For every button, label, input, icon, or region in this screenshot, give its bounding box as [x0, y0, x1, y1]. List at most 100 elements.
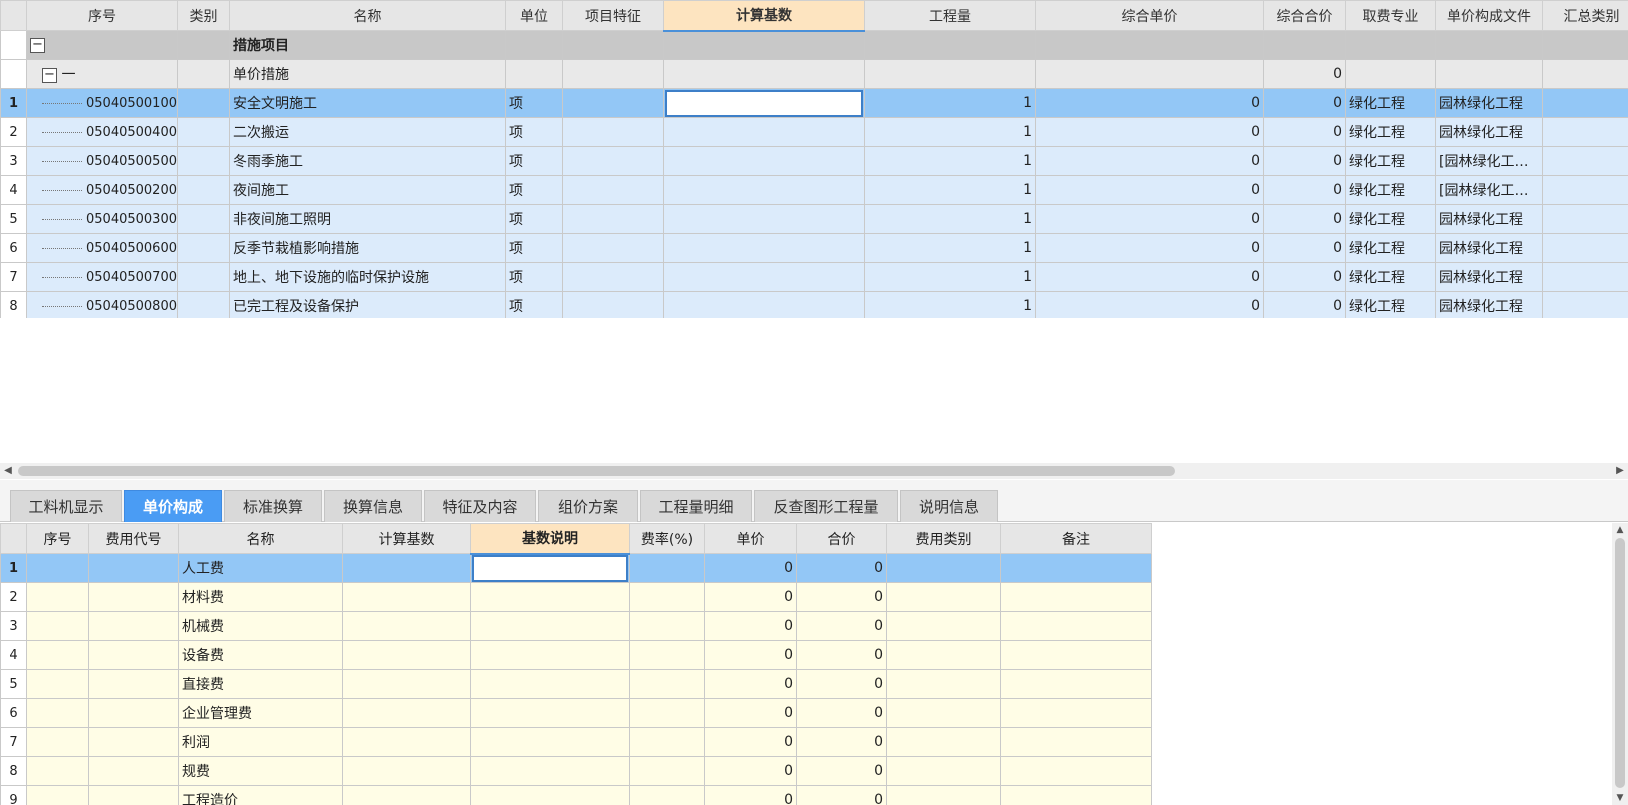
table-row[interactable]: 7 050405007001 地上、地下设施的临时保护设施项 1 0 0 绿化工程 园林绿化工…	[0, 262, 1628, 292]
vertical-scroll-thumb[interactable]	[1615, 538, 1625, 788]
item-name[interactable]: 非夜间施工照明	[229, 204, 506, 234]
unit-cell[interactable]: 项	[505, 262, 563, 292]
calc-base-cell[interactable]	[663, 175, 865, 205]
unit-price-cell[interactable]: 0	[704, 669, 797, 699]
col-header-price-file[interactable]: 单价构成文件	[1435, 0, 1543, 31]
summary-category-cell[interactable]	[1542, 146, 1628, 176]
total-price-cell[interactable]: 0	[796, 756, 887, 786]
unit-price-cell[interactable]: 0	[704, 582, 797, 612]
table-row[interactable]: 1 050405001001 安全文明施工项 1 0 0 绿化工程 园林绿化工程	[0, 88, 1628, 118]
fee-name[interactable]: 人工费	[178, 553, 343, 583]
horizontal-scroll-thumb[interactable]	[18, 466, 1175, 476]
unit-price-cell[interactable]: 0	[704, 640, 797, 670]
remarks-cell[interactable]	[1000, 553, 1152, 583]
unit-price-cell[interactable]: 0	[704, 756, 797, 786]
col-header-seq[interactable]: 序号	[26, 0, 178, 31]
category-cell[interactable]	[177, 204, 230, 234]
quantity-cell[interactable]: 1	[864, 117, 1036, 147]
calc-base-cell[interactable]	[342, 698, 471, 728]
base-description-cell[interactable]	[470, 582, 630, 612]
col-header-unit-price[interactable]: 单价	[704, 523, 797, 554]
total-price-cell[interactable]: 0	[796, 553, 887, 583]
collapse-toggle-icon[interactable]: −	[42, 67, 57, 83]
row-number[interactable]: 4	[0, 175, 27, 205]
table-row[interactable]: 7 利润 0 0	[0, 727, 1152, 757]
fee-category-cell[interactable]	[886, 582, 1001, 612]
col-header-name[interactable]: 名称	[229, 0, 506, 31]
base-description-cell[interactable]	[470, 756, 630, 786]
features-cell[interactable]	[562, 88, 664, 118]
tab-standard-conversion[interactable]: 标准换算	[224, 490, 322, 522]
unit-cell[interactable]: 项	[505, 88, 563, 118]
tab-material-machine[interactable]: 工料机显示	[10, 490, 122, 522]
base-description-cell[interactable]	[470, 611, 630, 641]
calc-base-cell[interactable]	[663, 88, 865, 118]
total-price-cell[interactable]: 0	[796, 698, 887, 728]
seq-cell[interactable]	[26, 669, 89, 699]
col-header-fee-code[interactable]: 费用代号	[88, 523, 179, 554]
calc-base-cell[interactable]	[342, 727, 471, 757]
fee-category-cell[interactable]	[886, 669, 1001, 699]
total-price-cell[interactable]: 0	[1263, 88, 1346, 118]
row-number[interactable]: 2	[0, 117, 27, 147]
item-name[interactable]: 夜间施工	[229, 175, 506, 205]
unit-price-cell[interactable]: 0	[704, 553, 797, 583]
table-row[interactable]: 5 050405003001 非夜间施工照明项 1 0 0 绿化工程 园林绿化工程	[0, 204, 1628, 234]
table-row[interactable]: 1 人工费 0 0	[0, 553, 1152, 583]
unit-cell[interactable]: 项	[505, 204, 563, 234]
base-description-cell[interactable]	[470, 553, 630, 583]
base-description-cell[interactable]	[470, 640, 630, 670]
tab-description-info[interactable]: 说明信息	[900, 490, 998, 522]
calc-base-cell[interactable]	[342, 756, 471, 786]
col-header-fee-specialty[interactable]: 取费专业	[1345, 0, 1436, 31]
row-number[interactable]: 6	[0, 698, 27, 728]
summary-category-cell[interactable]	[1542, 291, 1628, 318]
total-price-cell[interactable]: 0	[796, 785, 887, 805]
unit-cell[interactable]: 项	[505, 175, 563, 205]
total-price-cell[interactable]: 0	[1263, 175, 1346, 205]
category-cell[interactable]	[177, 175, 230, 205]
vertical-scrollbar[interactable]: ▲ ▼	[1612, 523, 1628, 805]
fee-specialty-cell[interactable]: 绿化工程	[1345, 88, 1436, 118]
fee-code-cell[interactable]	[88, 785, 179, 805]
table-row[interactable]: 4 050405002001 夜间施工项 1 0 0 绿化工程 [园林绿化工…	[0, 175, 1628, 205]
total-price-cell[interactable]: 0	[1263, 146, 1346, 176]
col-header-summary-category[interactable]: 汇总类别	[1542, 0, 1628, 31]
unit-price-cell[interactable]: 0	[704, 727, 797, 757]
fee-category-cell[interactable]	[886, 611, 1001, 641]
total-price-cell[interactable]: 0	[796, 640, 887, 670]
table-row[interactable]: 2 050405004001 二次搬运项 1 0 0 绿化工程 园林绿化工程	[0, 117, 1628, 147]
unit-cell[interactable]: 项	[505, 117, 563, 147]
category-cell[interactable]	[177, 146, 230, 176]
calc-base-cell[interactable]	[342, 582, 471, 612]
scroll-left-icon[interactable]: ◀	[0, 463, 16, 479]
base-description-cell[interactable]	[470, 669, 630, 699]
price-file-cell[interactable]: [园林绿化工…	[1435, 146, 1543, 176]
item-name[interactable]: 已完工程及设备保护	[229, 291, 506, 318]
table-row[interactable]: 4 设备费 0 0	[0, 640, 1152, 670]
scroll-up-icon[interactable]: ▲	[1612, 523, 1628, 537]
row-number[interactable]: 1	[0, 553, 27, 583]
item-name[interactable]: 安全文明施工	[229, 88, 506, 118]
total-price-cell[interactable]: 0	[796, 611, 887, 641]
rate-cell[interactable]	[629, 553, 705, 583]
unit-price-cell[interactable]: 0	[1035, 233, 1264, 263]
calc-base-cell[interactable]	[342, 640, 471, 670]
col-header-seq[interactable]: 序号	[26, 523, 89, 554]
calc-base-cell[interactable]	[663, 262, 865, 292]
tab-unit-price-composition[interactable]: 单价构成	[124, 490, 222, 522]
calc-base-cell[interactable]	[663, 146, 865, 176]
row-number[interactable]: 3	[0, 146, 27, 176]
features-cell[interactable]	[562, 233, 664, 263]
fee-name[interactable]: 材料费	[178, 582, 343, 612]
remarks-cell[interactable]	[1000, 582, 1152, 612]
remarks-cell[interactable]	[1000, 756, 1152, 786]
table-row[interactable]: 3 机械费 0 0	[0, 611, 1152, 641]
seq-cell[interactable]	[26, 582, 89, 612]
features-cell[interactable]	[562, 175, 664, 205]
category-cell[interactable]	[177, 291, 230, 318]
total-price-cell[interactable]: 0	[796, 582, 887, 612]
tab-quantity-details[interactable]: 工程量明细	[640, 490, 752, 522]
quantity-cell[interactable]: 1	[864, 262, 1036, 292]
col-header-unit-price[interactable]: 综合单价	[1035, 0, 1264, 31]
